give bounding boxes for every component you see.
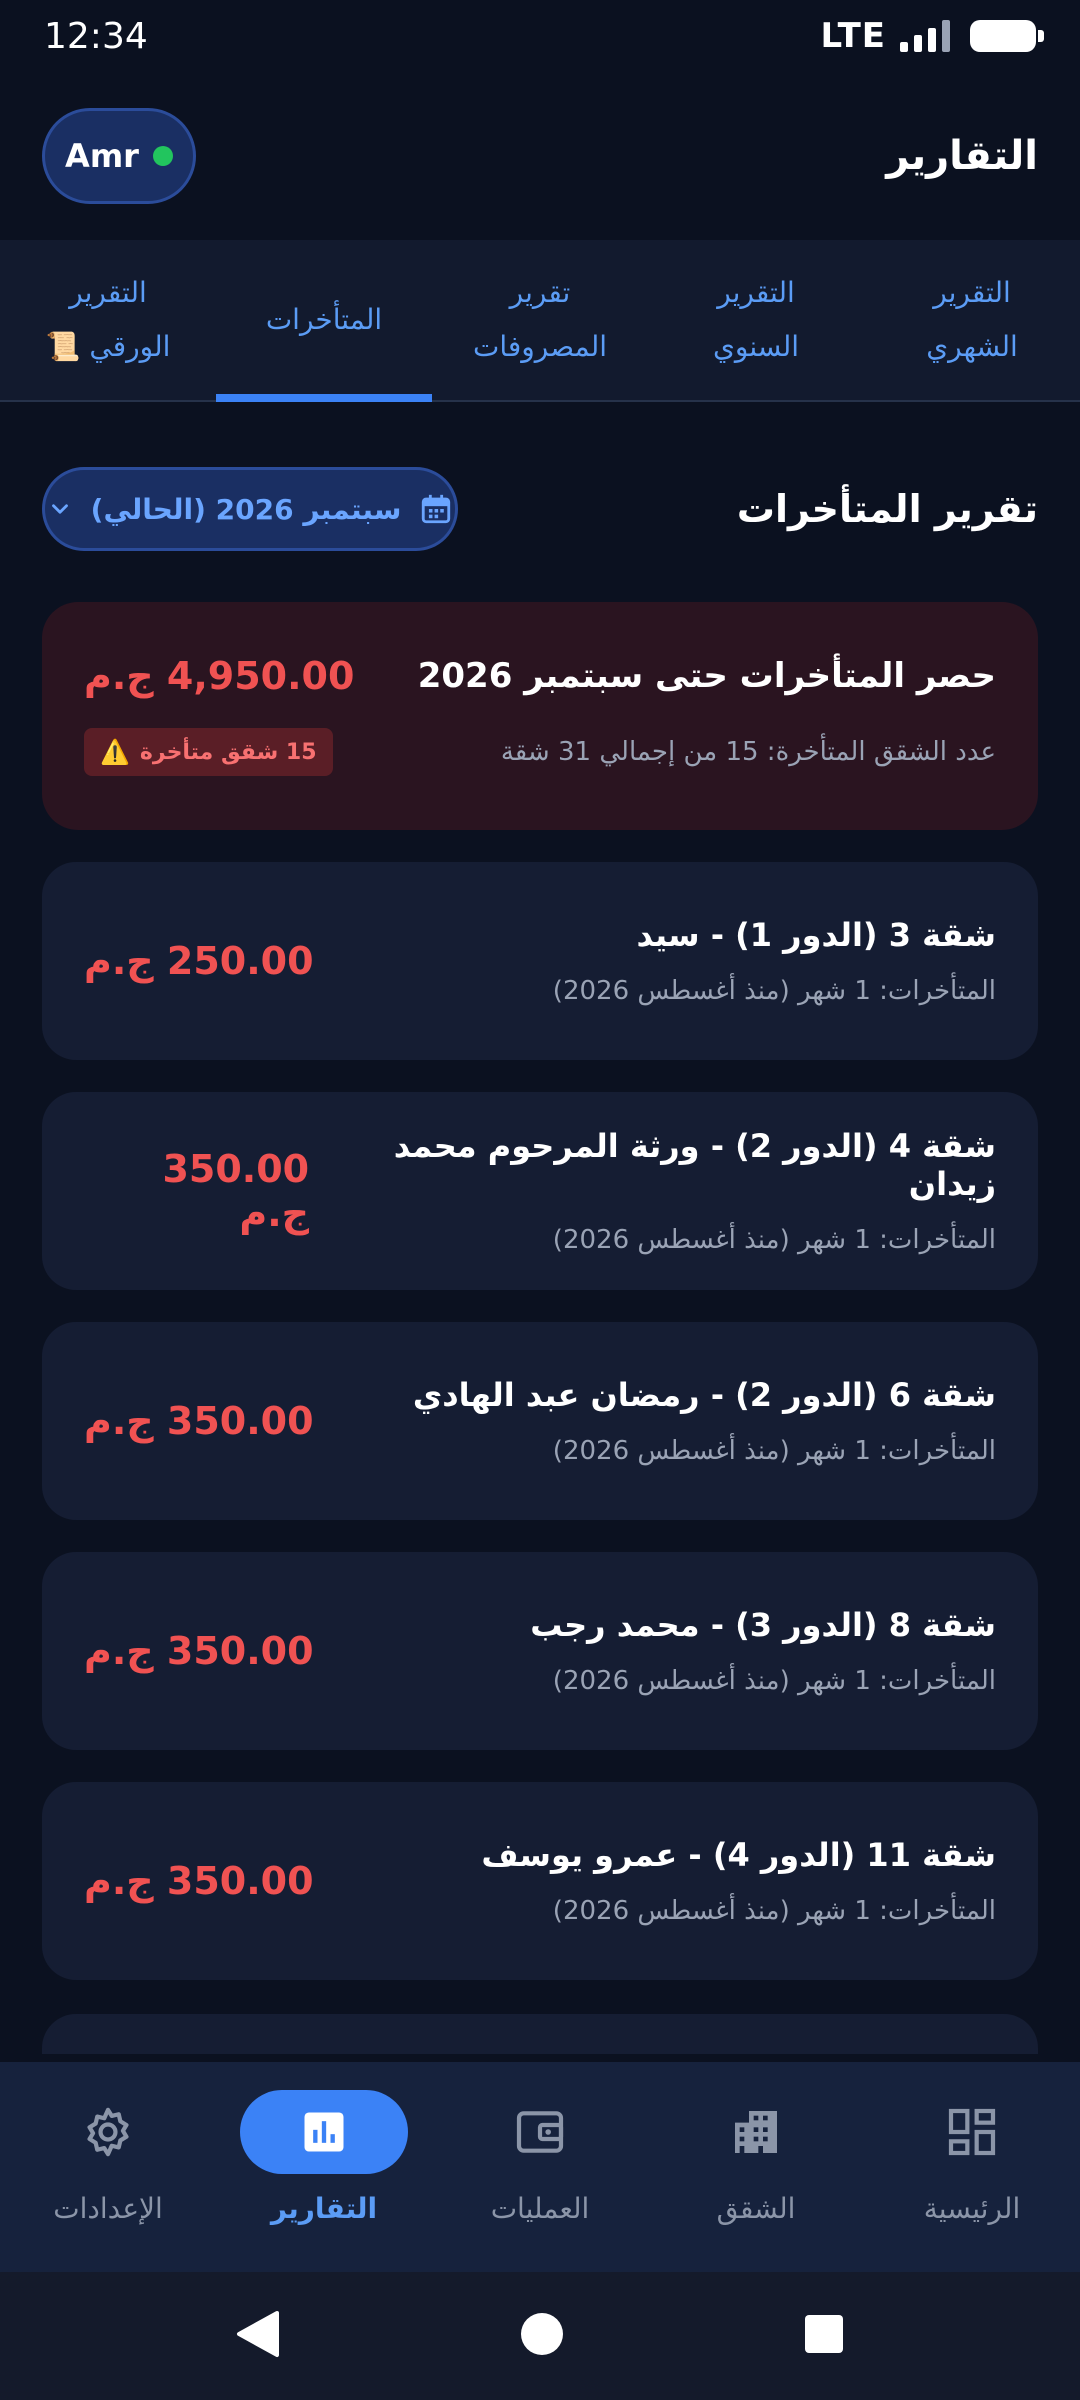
back-icon[interactable] [235, 2309, 281, 2363]
nav-transactions[interactable]: العمليات [432, 2062, 648, 2272]
nav-label: الشقق [716, 2192, 796, 2225]
late-count-badge: 15 شقق متأخرة ⚠️ [84, 728, 333, 776]
apartment-amount: 350.00 ج.م [162, 1147, 310, 1235]
gear-icon [24, 2090, 192, 2174]
wallet-icon [456, 2090, 624, 2174]
apartment-arrears-detail: المتأخرات: 1 شهر (منذ أغسطس 2026) [552, 1436, 996, 1466]
user-name: Amr [65, 137, 139, 175]
nav-reports[interactable]: التقارير [216, 2062, 432, 2272]
status-time: 12:34 [44, 15, 148, 57]
building-icon [672, 2090, 840, 2174]
arrears-summary-card: حصر المتأخرات حتى سبتمبر 2026 4,950.00 ج… [42, 602, 1038, 830]
summary-title: حصر المتأخرات حتى سبتمبر 2026 [417, 656, 996, 696]
nav-apartments[interactable]: الشقق [648, 2062, 864, 2272]
warning-icon: ⚠️ [100, 738, 130, 766]
apartment-arrears-detail: المتأخرات: 1 شهر (منذ أغسطس 2026) [552, 976, 996, 1006]
apartment-name: شقة 6 (الدور 2) - رمضان عبد الهادي [412, 1376, 996, 1414]
bar-chart-icon [240, 2090, 408, 2174]
list-item[interactable]: شقة 11 (الدور 4) - عمرو يوسف المتأخرات: 1… [42, 1782, 1038, 1980]
user-chip[interactable]: Amr [42, 108, 196, 204]
tab-arrears[interactable]: المتأخرات [216, 240, 432, 402]
list-item[interactable]: شقة 3 (الدور 1) - سيد المتأخرات: 1 شهر (م… [42, 862, 1038, 1060]
month-selector[interactable]: سبتمبر 2026 (الحالي) [42, 467, 458, 551]
home-icon[interactable] [519, 2311, 565, 2361]
chevron-down-icon [47, 496, 73, 522]
nav-label: العمليات [490, 2192, 590, 2225]
dashboard-icon [888, 2090, 1056, 2174]
section-title: تقرير المتأخرات [736, 487, 1038, 531]
apartment-name: شقة 3 (الدور 1) - سيد [636, 916, 996, 954]
apartment-amount: 350.00 ج.م [84, 1399, 314, 1443]
summary-subtitle: عدد الشقق المتأخرة: 15 من إجمالي 31 شقة [500, 737, 996, 767]
tab-expenses-report[interactable]: تقرير المصروفات [432, 240, 648, 400]
apartment-name: شقة 8 (الدور 3) - محمد رجب [530, 1606, 996, 1644]
nav-settings[interactable]: الإعدادات [0, 2062, 216, 2272]
apartment-arrears-detail: المتأخرات: 1 شهر (منذ أغسطس 2026) [552, 1896, 996, 1926]
page-title: التقارير [886, 133, 1038, 179]
apartment-amount: 250.00 ج.م [84, 939, 314, 983]
list-item[interactable]: شقة 6 (الدور 2) - رمضان عبد الهادي المتأخ… [42, 1322, 1038, 1520]
signal-icon [900, 20, 950, 52]
badge-label: 15 شقق متأخرة [139, 739, 317, 765]
tab-paper-report[interactable]: التقرير الورقي 📜 [0, 240, 216, 400]
section-header: تقرير المتأخرات سبتمبر 2026 (الحالي) [42, 466, 1038, 552]
arrears-list: شقة 3 (الدور 1) - سيد المتأخرات: 1 شهر (م… [42, 862, 1038, 2012]
network-type: LTE [820, 16, 886, 56]
report-tabs: التقرير الشهري التقرير السنوي تقرير المصروف… [0, 240, 1080, 402]
summary-total-amount: 4,950.00 ج.م [84, 654, 355, 698]
apartment-arrears-detail: المتأخرات: 1 شهر (منذ أغسطس 2026) [552, 1225, 996, 1255]
status-bar: 12:34 LTE [0, 0, 1080, 72]
tab-monthly-report[interactable]: التقرير الشهري [864, 240, 1080, 400]
apartment-arrears-detail: المتأخرات: 1 شهر (منذ أغسطس 2026) [552, 1666, 996, 1696]
apartment-name: شقة 11 (الدور 4) - عمرو يوسف [481, 1836, 996, 1874]
recents-icon[interactable] [803, 2313, 845, 2359]
system-nav-bar [0, 2272, 1080, 2400]
status-icons: LTE [820, 16, 1044, 56]
apartment-name: شقة 4 (الدور 2) - ورثة المرحوم محمد زيدا… [393, 1127, 996, 1203]
battery-icon [970, 20, 1044, 52]
nav-home[interactable]: الرئيسية [864, 2062, 1080, 2272]
list-item[interactable]: شقة 8 (الدور 3) - محمد رجب المتأخرات: 1 ش… [42, 1552, 1038, 1750]
apartment-amount: 350.00 ج.م [84, 1859, 314, 1903]
list-item[interactable]: شقة 4 (الدور 2) - ورثة المرحوم محمد زيدا… [42, 1092, 1038, 1290]
online-status-icon [152, 146, 173, 166]
calendar-icon [419, 492, 453, 526]
list-item-partial[interactable] [42, 2014, 1038, 2054]
selected-month: سبتمبر 2026 (الحالي) [90, 492, 402, 526]
nav-label: التقارير [270, 2192, 378, 2225]
nav-label: الإعدادات [53, 2192, 163, 2225]
bottom-nav: الرئيسية الشقق العمليات التقارير الإعداد… [0, 2062, 1080, 2272]
apartment-amount: 350.00 ج.م [84, 1629, 314, 1673]
nav-label: الرئيسية [923, 2192, 1021, 2225]
tab-annual-report[interactable]: التقرير السنوي [648, 240, 864, 400]
app-header: Amr التقارير [0, 72, 1080, 240]
